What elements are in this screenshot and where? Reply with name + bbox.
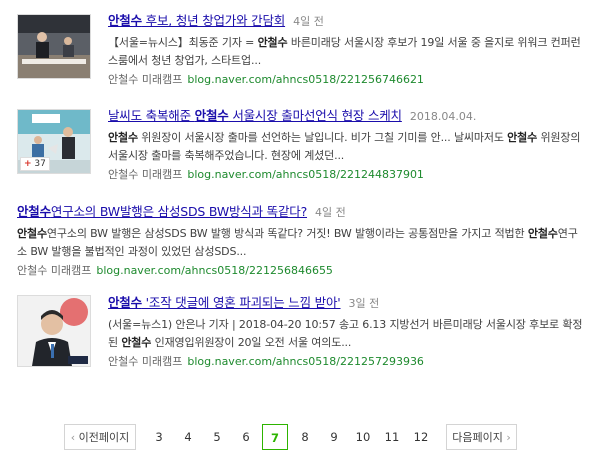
pagination: ‹ 이전페이지 3 4 5 6 7 8 9 10 11 12 다음페이지 › [64,424,524,452]
result-title-link[interactable]: 안철수 후보, 청년 창업가와 간담회 [108,13,285,28]
page-number[interactable]: 9 [321,424,347,450]
blog-name[interactable]: 안철수 미래캠프 [108,168,182,181]
chevron-left-icon: ‹ [70,431,76,444]
page-number[interactable]: 10 [350,424,376,450]
result-description: 안철수 위원장이 서울시장 출마를 선언하는 날입니다. 비가 그칠 기미를 안… [108,131,581,162]
result-date: 3일 전 [348,297,380,310]
page-number[interactable]: 11 [379,424,405,450]
result-thumbnail[interactable]: + 37 [17,109,91,174]
page-number[interactable]: 3 [146,424,172,450]
result-content: 날씨도 축복해준 안철수 서울시장 출마선언식 현장 스케치 2018.04.04… [108,107,587,183]
chevron-right-icon: › [506,431,511,444]
result-url[interactable]: blog.naver.com/ahncs0518/221257293936 [187,355,424,368]
result-description: 【서울=뉴시스】최동준 기자 = 안철수 바른미래당 서울시장 후보가 19일 … [108,36,581,67]
search-result: 안철수 후보, 청년 창업가와 간담회 4일 전 【서울=뉴시스】최동준 기자 =… [17,12,587,87]
photo-count-badge: + 37 [20,157,50,171]
result-thumbnail[interactable] [17,14,91,79]
result-date: 4일 전 [293,15,324,28]
meeting-photo [18,15,90,78]
result-url[interactable]: blog.naver.com/ahncs0518/221256846655 [96,264,333,277]
blog-name[interactable]: 안철수 미래캠프 [108,73,182,86]
result-date: 4일 전 [315,206,346,219]
result-content: 안철수연구소의 BW발행은 삼성SDS BW방식과 똑같다? 4일 전 안철수연구… [17,203,587,279]
blog-name[interactable]: 안철수 미래캠프 [108,355,182,368]
page-number[interactable]: 5 [204,424,230,450]
result-url[interactable]: blog.naver.com/ahncs0518/221256746621 [187,73,424,86]
search-result: + 37 날씨도 축복해준 안철수 서울시장 출마선언식 현장 스케치 2018.… [17,107,587,182]
current-page-number[interactable]: 7 [262,424,288,450]
result-title-link[interactable]: 안철수연구소의 BW발행은 삼성SDS BW방식과 똑같다? [17,204,307,219]
page-number[interactable]: 8 [292,424,318,450]
result-description: 안철수연구소의 BW 발행은 삼성SDS BW 발행 방식과 똑같다? 거짓! … [17,227,578,258]
result-date: 2018.04.04. [409,110,477,123]
prev-page-button[interactable]: ‹ 이전페이지 [64,424,136,450]
page-number[interactable]: 12 [408,424,434,450]
result-title-link[interactable]: 날씨도 축복해준 안철수 서울시장 출마선언식 현장 스케치 [108,108,402,123]
portrait-photo [18,296,90,366]
blog-name[interactable]: 안철수 미래캠프 [17,264,91,277]
page-number[interactable]: 6 [233,424,259,450]
result-content: 안철수 후보, 청년 창업가와 간담회 4일 전 【서울=뉴시스】최동준 기자 =… [108,12,587,88]
page-number[interactable]: 4 [175,424,201,450]
result-url[interactable]: blog.naver.com/ahncs0518/221244837901 [187,168,424,181]
search-result: 안철수 '조작 댓글에 영혼 파괴되는 느낌 받아' 3일 전 (서울=뉴스1) … [17,294,587,369]
result-content: 안철수 '조작 댓글에 영혼 파괴되는 느낌 받아' 3일 전 (서울=뉴스1) … [108,294,587,370]
next-page-button[interactable]: 다음페이지 › [446,424,517,450]
result-thumbnail[interactable] [17,295,91,367]
result-title-link[interactable]: 안철수 '조작 댓글에 영혼 파괴되는 느낌 받아' [108,295,341,310]
search-result: 안철수연구소의 BW발행은 삼성SDS BW방식과 똑같다? 4일 전 안철수연구… [17,203,587,277]
result-description: (서울=뉴스1) 안은나 기자 | 2018-04-20 10:57 송고 6.… [108,318,583,349]
